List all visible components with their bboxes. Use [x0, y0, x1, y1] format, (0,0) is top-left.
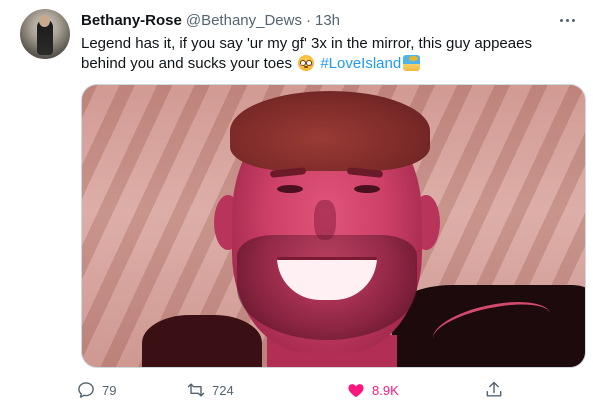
image-hair	[230, 91, 430, 171]
image-nose	[314, 200, 336, 240]
heart-icon	[348, 384, 364, 398]
desert-island-icon	[403, 55, 421, 71]
avatar-figure-head	[39, 15, 50, 27]
share-button[interactable]	[484, 378, 504, 402]
hashtag-link[interactable]: #LoveIsland	[320, 55, 401, 72]
tweet-media-image[interactable]	[81, 84, 586, 368]
author-name[interactable]: Bethany-Rose	[81, 12, 182, 29]
share-icon	[486, 381, 502, 397]
retweet-icon	[187, 383, 205, 397]
reply-button[interactable]: 79	[76, 378, 116, 402]
more-options-icon[interactable]	[555, 10, 579, 30]
tweet[interactable]: Bethany-Rose @Bethany_Dews · 13h Legend …	[0, 0, 593, 408]
like-button[interactable]: 8.9K	[346, 378, 399, 402]
image-eye-right	[354, 185, 380, 193]
retweet-button[interactable]: 724	[186, 378, 234, 402]
tweet-actions: 79 724 8.9K	[76, 378, 536, 402]
tweet-text: Legend has it, if you say 'ur my gf' 3x …	[81, 34, 581, 74]
reply-count: 79	[102, 382, 117, 398]
separator-dot: ·	[305, 11, 311, 29]
like-count: 8.9K	[372, 382, 399, 398]
tweet-header: Bethany-Rose @Bethany_Dews · 13h	[81, 10, 340, 30]
tweet-timestamp[interactable]: 13h	[315, 12, 340, 29]
author-handle[interactable]: @Bethany_Dews	[186, 12, 302, 29]
retweet-count: 724	[212, 382, 234, 398]
reply-icon	[78, 382, 94, 398]
image-shirt-right	[392, 285, 585, 367]
author-avatar[interactable]	[20, 9, 70, 59]
image-shirt-left	[142, 315, 262, 367]
flushed-face-icon	[298, 55, 315, 71]
image-eye-left	[277, 185, 303, 193]
